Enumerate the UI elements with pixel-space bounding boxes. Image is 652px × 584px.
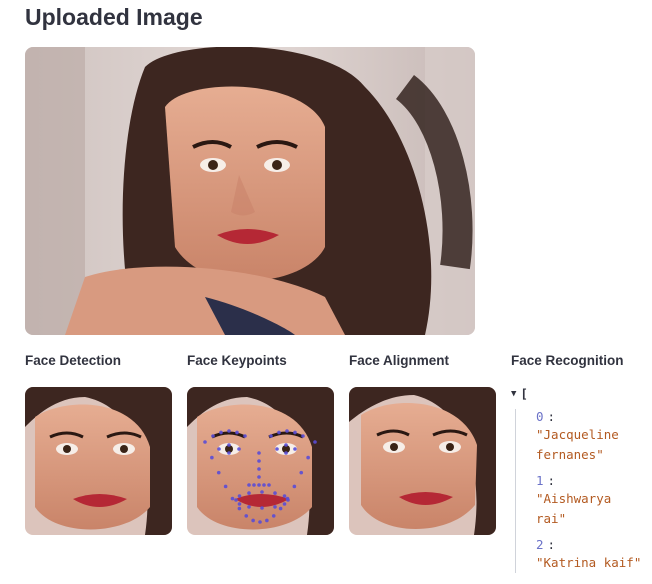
keypoint-dot [265,518,269,523]
keypoint-dot [203,440,207,444]
keypoint-dot [306,455,310,460]
list-item: 1: "Aishwarya rai" [536,473,649,529]
face-alignment-label: Face Alignment [349,353,450,368]
json-colon: : [547,537,556,552]
json-value: "Jacqueline fernanes" [536,427,619,462]
page-title: Uploaded Image [25,4,203,30]
keypoint-dot [217,447,221,451]
json-index: 0 [536,409,544,424]
json-colon: : [547,473,556,488]
keypoint-dot [285,429,289,433]
keypoint-dot [313,440,317,444]
keypoint-dot [251,518,255,523]
keypoint-dot [257,467,261,471]
face-recognition-label: Face Recognition [511,353,624,368]
keypoint-dot [234,498,238,502]
keypoint-dot [235,430,239,435]
json-colon: : [547,409,556,424]
keypoint-dot [257,451,261,455]
keypoint-dot [227,451,231,455]
keypoint-dot [237,494,242,498]
json-toggle[interactable]: ▼ [ [511,386,649,401]
keypoint-dot [257,483,261,487]
keypoint-dot [247,505,251,509]
keypoint-dot [286,498,290,502]
keypoint-dot [257,459,261,463]
keypoint-dot [258,520,262,524]
chevron-down-icon[interactable]: ▼ [511,389,516,399]
json-value: "Katrina kaif" [536,555,642,570]
keypoint-dot [284,443,288,447]
keypoint-dot [273,505,277,509]
keypoint-dot [282,502,287,506]
keypoint-dot [216,470,221,475]
keypoint-dot [230,496,235,501]
json-index: 2 [536,537,544,552]
keypoint-dot [269,434,273,438]
keypoint-dot [267,483,271,487]
keypoint-dot [273,491,277,495]
list-item: 2: "Katrina kaif" [536,537,649,573]
keypoint-dot [293,430,297,435]
keypoint-dot [237,506,242,511]
keypoint-dot [260,506,264,510]
face-recognition-json: ▼ [ 0: "Jacqueline fernanes" 1: "Aishwary… [511,386,649,573]
keypoint-dot [252,483,256,487]
keypoint-dot [278,506,283,511]
json-value: "Aishwarya rai" [536,491,612,526]
keypoint-dot [260,490,264,494]
face-keypoints-image [187,387,334,535]
keypoint-dot [219,430,223,435]
keypoint-dot [237,502,242,506]
keypoint-dot [301,434,305,438]
face-alignment-image [349,387,496,535]
keypoint-dot [210,455,214,460]
keypoint-dot [292,484,297,489]
json-index: 1 [536,473,544,488]
face-detection-label: Face Detection [25,353,122,368]
keypoint-dot [223,484,228,489]
face-detection-image [25,387,172,535]
json-tree: 0: "Jacqueline fernanes" 1: "Aishwarya rai… [515,409,649,573]
list-item: 0: "Jacqueline fernanes" [536,409,649,465]
keypoint-dot [247,491,251,495]
keypoint-dot [277,430,281,435]
keypoint-dot [243,434,247,438]
keypoint-dot [247,483,251,487]
keypoint-dot [275,447,279,451]
keypoint-dot [262,483,266,487]
keypoint-dot [293,447,297,451]
keypoint-dot [237,447,241,451]
keypoint-dot [227,429,231,433]
uploaded-image [25,47,475,335]
keypoint-dot [271,514,276,518]
face-keypoints-label: Face Keypoints [187,353,287,368]
json-open-bracket: [ [520,386,528,401]
keypoint-dot [227,443,231,447]
keypoint-dot [284,451,288,455]
keypoint-dot [299,470,304,475]
keypoint-dot [211,434,215,438]
keypoint-dot [244,514,249,518]
keypoint-dot [257,475,261,479]
keypoint-dot [282,494,287,498]
